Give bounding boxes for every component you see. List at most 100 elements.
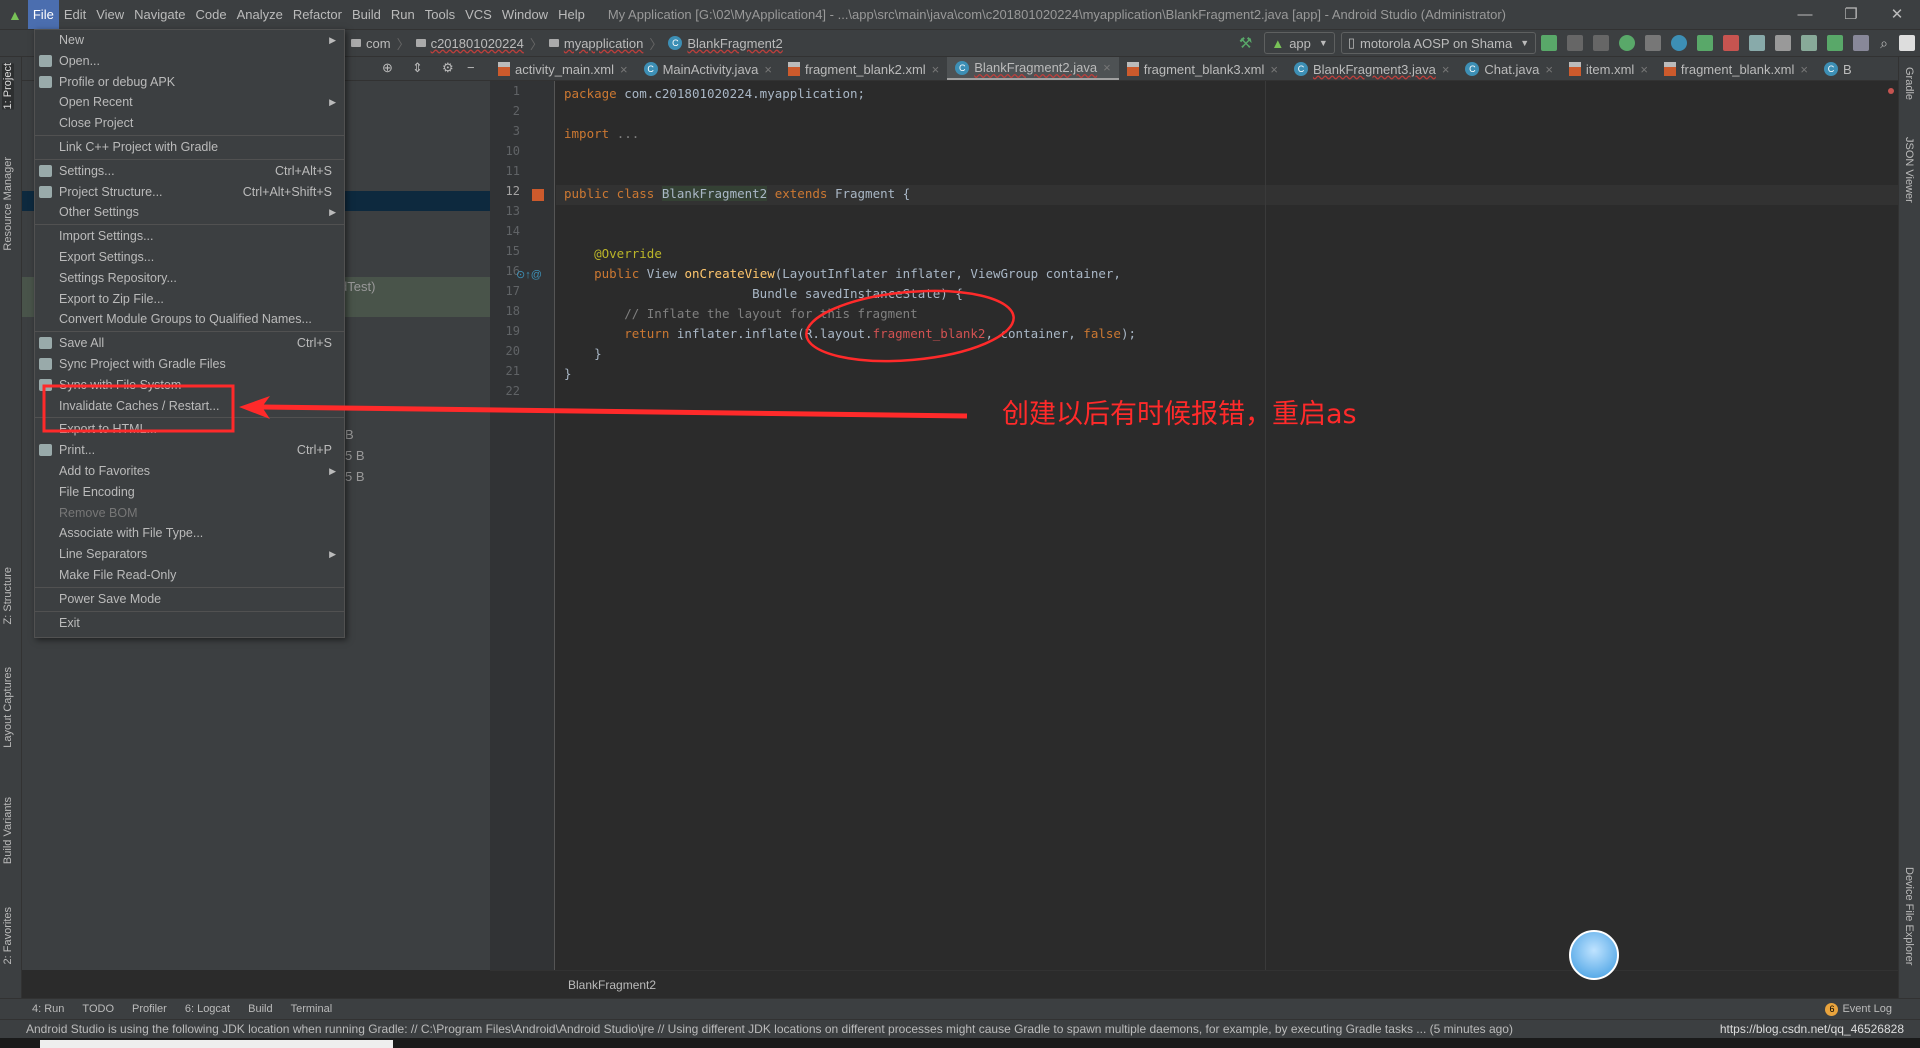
close-tab-icon[interactable]: × [620,62,628,77]
apply-code-changes-icon[interactable] [1567,35,1584,51]
tab-mainactivity-java[interactable]: C MainActivity.java × [636,57,780,80]
menu-navigate[interactable]: Navigate [129,0,190,29]
breadcrumb-item[interactable]: C BlankFragment2 [668,34,783,53]
tool-profiler[interactable]: Profiler [132,1003,167,1015]
code-line[interactable]: @Override [564,244,662,264]
menu-code[interactable]: Code [190,0,231,29]
menu-item-line-separators[interactable]: Line Separators ▶ [35,544,344,565]
close-tab-icon[interactable]: × [1442,62,1450,77]
menu-build[interactable]: Build [347,0,386,29]
menu-item-save-all[interactable]: Save All Ctrl+S [35,333,344,354]
menu-item-print[interactable]: Print... Ctrl+P [35,440,344,461]
close-tab-icon[interactable]: × [1270,62,1278,77]
tool-favorites[interactable]: 2: Favorites [2,907,14,964]
run-config-select[interactable]: ▲ app ▼ [1264,32,1335,54]
menu-item-other-settings[interactable]: Other Settings ▶ [35,202,344,223]
sync-gradle-icon[interactable] [1801,35,1818,51]
close-tab-icon[interactable]: × [764,62,772,77]
menu-item-file-encoding[interactable]: File Encoding [35,482,344,503]
apply-changes-icon[interactable] [1541,35,1558,51]
menu-item-profile-or-debug-apk[interactable]: Profile or debug APK [35,72,344,93]
menu-item-invalidate-caches-restart[interactable]: Invalidate Caches / Restart... [35,396,344,417]
tool-device-file-explorer[interactable]: Device File Explorer [1903,867,1915,965]
stop-icon[interactable] [1723,35,1740,51]
layout-file-gutter-icon[interactable] [532,189,544,201]
menu-view[interactable]: View [91,0,129,29]
code-line[interactable]: package com.c201801020224.myapplication; [564,84,865,104]
code-line[interactable]: } [564,364,572,384]
menu-item-open-recent[interactable]: Open Recent ▶ [35,92,344,113]
menu-item-associate-with-file-type[interactable]: Associate with File Type... [35,523,344,544]
hide-icon[interactable]: − [467,60,475,75]
tool-structure[interactable]: Z: Structure [2,567,14,624]
tool-project[interactable]: 1: Project [2,63,14,110]
attach-debugger-icon[interactable] [1697,35,1714,51]
project-structure-icon[interactable] [1749,35,1766,51]
status-message[interactable]: Android Studio is using the following JD… [26,1022,1513,1036]
tab-fragment_blank-xml[interactable]: fragment_blank.xml × [1656,57,1816,80]
tab-item-xml[interactable]: item.xml × [1561,57,1656,80]
taskbar-item[interactable] [40,1040,393,1048]
tab-blankfragment3-java[interactable]: C BlankFragment3.java × [1286,57,1457,80]
breadcrumb-item[interactable]: c201801020224 〉 [415,34,543,53]
debug-icon[interactable] [1619,35,1636,51]
menu-item-add-to-favorites[interactable]: Add to Favorites ▶ [35,461,344,482]
menu-item-link-c-project-with-gradle[interactable]: Link C++ Project with Gradle [35,137,344,158]
menu-item-sync-project-with-gradle-files[interactable]: Sync Project with Gradle Files [35,354,344,375]
menu-item-convert-module-groups-to-qualified-names[interactable]: Convert Module Groups to Qualified Names… [35,309,344,330]
breadcrumb-item[interactable]: myapplication 〉 [548,34,662,53]
menu-run[interactable]: Run [386,0,420,29]
code-line[interactable]: return inflater.inflate(R.layout.fragmen… [564,324,1136,344]
menu-window[interactable]: Window [497,0,553,29]
close-tab-icon[interactable]: × [1640,62,1648,77]
tool-terminal[interactable]: Terminal [291,1003,333,1015]
tool-layout-captures[interactable]: Layout Captures [2,667,14,748]
close-tab-icon[interactable]: × [1800,62,1808,77]
menu-tools[interactable]: Tools [420,0,460,29]
tab-activity_main-xml[interactable]: activity_main.xml × [490,57,636,80]
menu-item-exit[interactable]: Exit [35,613,344,634]
menu-item-close-project[interactable]: Close Project [35,113,344,134]
menu-analyze[interactable]: Analyze [232,0,288,29]
menu-edit[interactable]: Edit [59,0,91,29]
make-project-icon[interactable]: ⚒ [1239,34,1252,52]
gear-icon[interactable]: ⚙ [442,60,454,76]
tool-build-variants[interactable]: Build Variants [2,797,14,864]
close-tab-icon[interactable]: × [1103,60,1111,75]
tool-todo[interactable]: TODO [82,1003,114,1015]
device-explorer-icon[interactable] [1853,35,1870,51]
tab-fragment_blank2-xml[interactable]: fragment_blank2.xml × [780,57,947,80]
profile-icon[interactable] [1671,35,1688,51]
code-line[interactable]: Bundle savedInstanceState) { [564,284,963,304]
menu-item-export-settings[interactable]: Export Settings... [35,247,344,268]
menu-item-open[interactable]: Open... [35,51,344,72]
event-log-button[interactable]: 6 Event Log [1825,1002,1892,1016]
avd-manager-icon[interactable] [1775,35,1792,51]
tool-resource-manager[interactable]: Resource Manager [2,157,14,251]
menu-item-settings-repository[interactable]: Settings Repository... [35,268,344,289]
menu-item-power-save-mode[interactable]: Power Save Mode [35,589,344,610]
breadcrumb-item[interactable]: com 〉 [351,34,410,53]
tab-fragment_blank3-xml[interactable]: fragment_blank3.xml × [1119,57,1286,80]
menu-refactor[interactable]: Refactor [288,0,347,29]
user-icon[interactable] [1899,35,1915,51]
error-indicator-icon[interactable] [1888,88,1894,94]
tool-4-run[interactable]: 4: Run [32,1003,64,1015]
code-line[interactable]: // Inflate the layout for this fragment [564,304,918,324]
locate-icon[interactable]: ⊕ [382,60,393,76]
close-tab-icon[interactable]: × [932,62,940,77]
search-icon[interactable]: ⌕ [1880,35,1888,52]
menu-item-project-structure[interactable]: Project Structure... Ctrl+Alt+Shift+S [35,182,344,203]
maximize-button[interactable]: ❐ [1828,0,1874,29]
menu-vcs[interactable]: VCS [460,0,497,29]
menu-item-make-file-read-only[interactable]: Make File Read-Only [35,565,344,586]
code-line[interactable]: import ... [564,124,639,144]
code-line[interactable]: public View onCreateView(LayoutInflater … [564,264,1121,284]
close-button[interactable]: ✕ [1874,0,1920,29]
tab-chat-java[interactable]: C Chat.java × [1457,57,1561,80]
menu-help[interactable]: Help [553,0,590,29]
floating-assistant-icon[interactable] [1569,930,1619,980]
code-editor[interactable]: package com.c201801020224.myapplication;… [556,81,1898,970]
menu-file[interactable]: File [27,0,59,29]
menu-item-new[interactable]: New ▶ [35,30,344,51]
